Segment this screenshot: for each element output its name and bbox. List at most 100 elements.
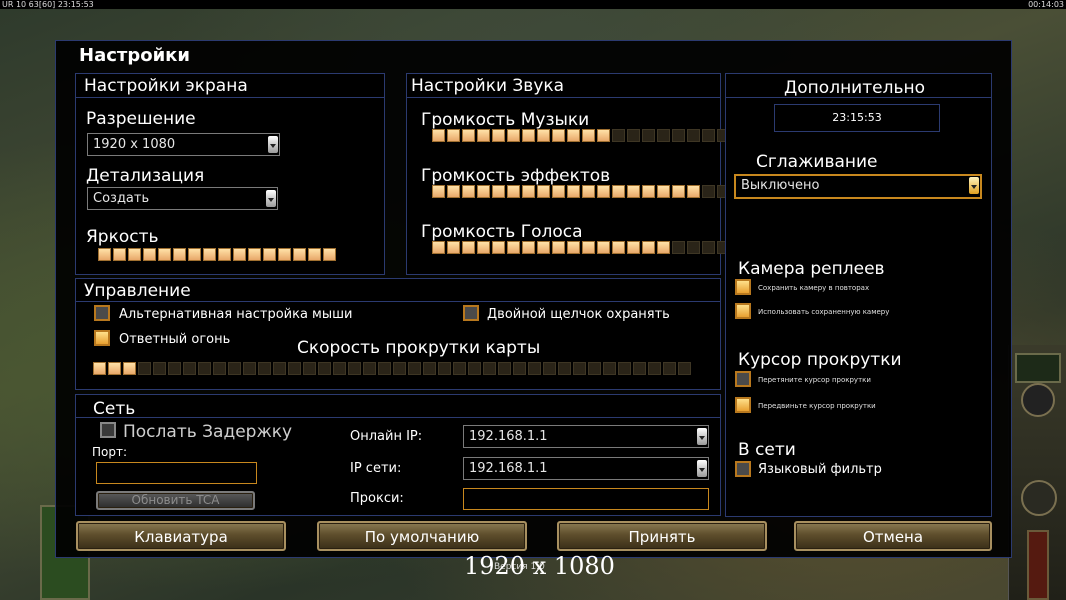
double-click-guard-checkbox[interactable]	[463, 305, 479, 321]
slider-segment[interactable]	[492, 129, 505, 142]
slider-segment[interactable]	[618, 362, 631, 375]
slider-segment[interactable]	[432, 241, 445, 254]
slider-segment[interactable]	[582, 129, 595, 142]
slider-segment[interactable]	[612, 129, 625, 142]
slider-segment[interactable]	[657, 185, 670, 198]
slider-segment[interactable]	[143, 248, 156, 261]
return-fire-checkbox[interactable]	[94, 330, 110, 346]
defaults-button[interactable]: По умолчанию	[317, 521, 527, 551]
slider-segment[interactable]	[633, 362, 646, 375]
slider-segment[interactable]	[462, 129, 475, 142]
slider-segment[interactable]	[702, 129, 715, 142]
slider-segment[interactable]	[657, 241, 670, 254]
slider-segment[interactable]	[98, 248, 111, 261]
scroll-move-checkbox[interactable]	[735, 397, 751, 413]
cancel-button[interactable]: Отмена	[794, 521, 992, 551]
slider-segment[interactable]	[183, 362, 196, 375]
slider-segment[interactable]	[168, 362, 181, 375]
slider-segment[interactable]	[93, 362, 106, 375]
slider-segment[interactable]	[627, 241, 640, 254]
slider-segment[interactable]	[138, 362, 151, 375]
slider-segment[interactable]	[248, 248, 261, 261]
brightness-slider[interactable]	[98, 248, 336, 262]
slider-segment[interactable]	[158, 248, 171, 261]
slider-segment[interactable]	[552, 129, 565, 142]
resolution-dropdown[interactable]: 1920 x 1080	[87, 133, 280, 156]
music-volume-slider[interactable]	[432, 129, 730, 143]
slider-segment[interactable]	[552, 241, 565, 254]
keyboard-button[interactable]: Клавиатура	[76, 521, 286, 551]
slider-segment[interactable]	[597, 129, 610, 142]
slider-segment[interactable]	[507, 129, 520, 142]
slider-segment[interactable]	[378, 362, 391, 375]
slider-segment[interactable]	[423, 362, 436, 375]
slider-segment[interactable]	[128, 248, 141, 261]
slider-segment[interactable]	[447, 185, 460, 198]
alt-mouse-checkbox[interactable]	[94, 305, 110, 321]
slider-segment[interactable]	[233, 248, 246, 261]
slider-segment[interactable]	[198, 362, 211, 375]
slider-segment[interactable]	[543, 362, 556, 375]
slider-segment[interactable]	[462, 241, 475, 254]
chevron-down-icon[interactable]	[697, 428, 707, 445]
antialias-dropdown[interactable]: Выключено	[734, 174, 982, 199]
slider-segment[interactable]	[258, 362, 271, 375]
slider-segment[interactable]	[567, 185, 580, 198]
slider-segment[interactable]	[627, 185, 640, 198]
slider-segment[interactable]	[432, 185, 445, 198]
slider-segment[interactable]	[447, 241, 460, 254]
slider-segment[interactable]	[108, 362, 121, 375]
slider-segment[interactable]	[218, 248, 231, 261]
slider-segment[interactable]	[627, 129, 640, 142]
slider-segment[interactable]	[612, 241, 625, 254]
update-tca-button[interactable]: Обновить TCA	[96, 491, 255, 510]
slider-segment[interactable]	[567, 129, 580, 142]
slider-segment[interactable]	[642, 129, 655, 142]
slider-segment[interactable]	[582, 185, 595, 198]
slider-segment[interactable]	[687, 185, 700, 198]
slider-segment[interactable]	[477, 185, 490, 198]
slider-segment[interactable]	[522, 241, 535, 254]
slider-segment[interactable]	[393, 362, 406, 375]
slider-segment[interactable]	[597, 241, 610, 254]
slider-segment[interactable]	[303, 362, 316, 375]
slider-segment[interactable]	[603, 362, 616, 375]
scroll-speed-slider[interactable]	[93, 362, 691, 376]
slider-segment[interactable]	[492, 241, 505, 254]
slider-segment[interactable]	[573, 362, 586, 375]
slider-segment[interactable]	[447, 129, 460, 142]
slider-segment[interactable]	[348, 362, 361, 375]
slider-segment[interactable]	[453, 362, 466, 375]
slider-segment[interactable]	[582, 241, 595, 254]
slider-segment[interactable]	[153, 362, 166, 375]
slider-segment[interactable]	[612, 185, 625, 198]
slider-segment[interactable]	[363, 362, 376, 375]
proxy-input[interactable]	[463, 488, 709, 510]
slider-segment[interactable]	[687, 241, 700, 254]
slider-segment[interactable]	[173, 248, 186, 261]
chevron-down-icon[interactable]	[697, 460, 707, 477]
chevron-down-icon[interactable]	[266, 190, 276, 207]
slider-segment[interactable]	[522, 129, 535, 142]
slider-segment[interactable]	[293, 248, 306, 261]
lan-ip-dropdown[interactable]: 192.168.1.1	[463, 457, 709, 480]
slider-segment[interactable]	[687, 129, 700, 142]
slider-segment[interactable]	[333, 362, 346, 375]
slider-segment[interactable]	[188, 248, 201, 261]
slider-segment[interactable]	[263, 248, 276, 261]
slider-segment[interactable]	[308, 248, 321, 261]
slider-segment[interactable]	[123, 362, 136, 375]
slider-segment[interactable]	[702, 241, 715, 254]
slider-segment[interactable]	[243, 362, 256, 375]
slider-segment[interactable]	[672, 241, 685, 254]
slider-segment[interactable]	[113, 248, 126, 261]
slider-segment[interactable]	[438, 362, 451, 375]
slider-segment[interactable]	[513, 362, 526, 375]
slider-segment[interactable]	[507, 241, 520, 254]
slider-segment[interactable]	[468, 362, 481, 375]
chevron-down-icon[interactable]	[969, 177, 979, 194]
slider-segment[interactable]	[498, 362, 511, 375]
slider-segment[interactable]	[507, 185, 520, 198]
slider-segment[interactable]	[273, 362, 286, 375]
slider-segment[interactable]	[552, 185, 565, 198]
